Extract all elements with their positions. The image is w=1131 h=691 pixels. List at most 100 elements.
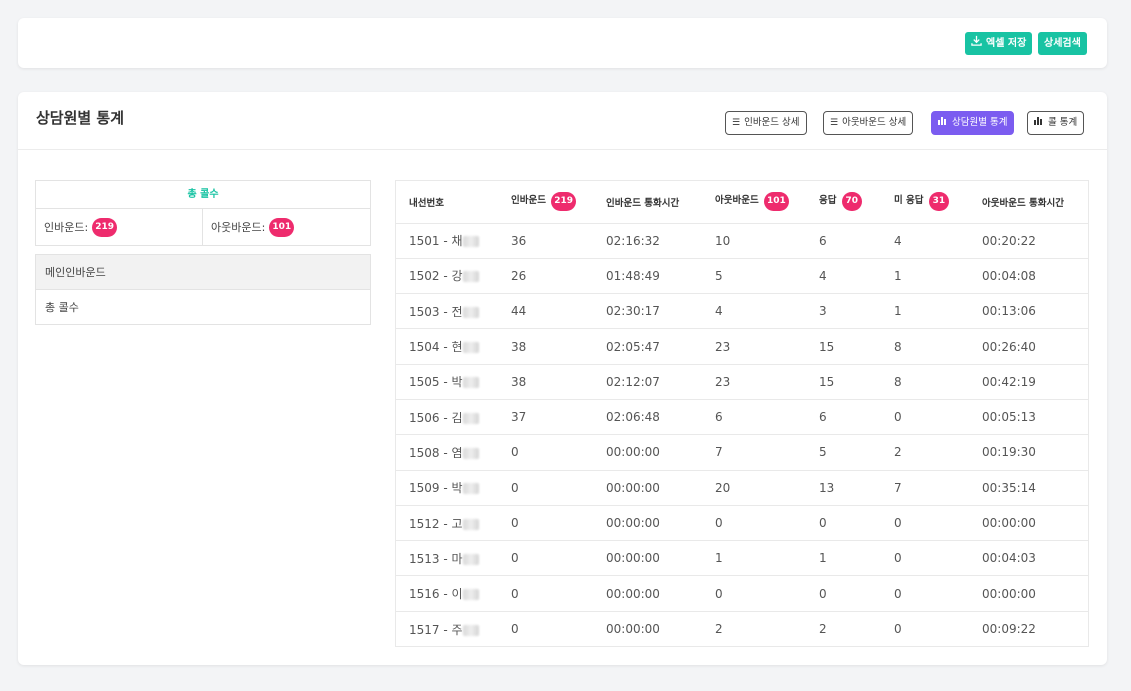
col-inbound-label: 인바운드	[511, 195, 546, 207]
answered-cell: 0	[806, 504, 881, 541]
extension-cell: 1502 - 강	[396, 257, 498, 294]
inbound-cell: 38	[498, 328, 593, 365]
redacted-name	[462, 236, 479, 248]
extension-cell: 1517 - 주	[396, 610, 498, 647]
excel-save-button[interactable]: 엑셀 저장	[965, 32, 1033, 55]
table-row: 1513 - 마 0 00:00:00 1 1 0 00:04:03	[396, 540, 1088, 576]
inbound-time-cell-value: 02:05:47	[606, 339, 660, 354]
extension-cell-value: 1506 - 김	[409, 410, 463, 425]
answered-cell-value: 1	[819, 551, 827, 566]
outbound-summary: 아웃바운드: 101	[203, 209, 370, 245]
inbound-cell-value: 0	[511, 445, 519, 460]
col-inbound: 인바운드 219	[498, 181, 593, 223]
download-icon	[971, 32, 982, 55]
answered-cell-value: 3	[819, 304, 827, 319]
answered-cell-value: 6	[819, 233, 827, 248]
inbound-cell: 0	[498, 504, 593, 541]
extension-cell: 1505 - 박	[396, 363, 498, 400]
bar-chart-icon	[1034, 112, 1044, 134]
outbound-cell-value: 0	[715, 586, 723, 601]
col-extension-label: 내선번호	[409, 197, 444, 209]
col-answered: 응답 70	[806, 181, 881, 223]
table-row: 1501 - 채 36 02:16:32 10 6 4 00:20:22	[396, 222, 1088, 259]
inbound-cell-value: 44	[511, 304, 527, 319]
unanswered-cell: 2	[881, 434, 969, 471]
inbound-time-cell-value: 00:00:00	[606, 516, 660, 531]
unanswered-cell: 0	[881, 575, 969, 612]
detail-search-button[interactable]: 상세검색	[1038, 32, 1087, 55]
inbound-time-cell-value: 02:30:17	[606, 304, 660, 319]
outbound-time-cell-value: 00:13:06	[982, 304, 1036, 319]
outbound-time-cell: 00:13:06	[969, 293, 1088, 329]
extension-cell-value: 1502 - 강	[409, 269, 463, 284]
outbound-cell-value: 1	[715, 551, 723, 566]
outbound-cell-value: 5	[715, 268, 723, 283]
main-inbound-box: 메인인바운드 총 콜수	[35, 254, 371, 325]
page-title: 상담원별 통계	[36, 109, 125, 127]
unanswered-header-badge: 31	[928, 192, 949, 212]
inbound-cell-value: 0	[511, 551, 519, 566]
inbound-cell: 36	[498, 222, 593, 259]
inbound-time-cell-value: 00:00:00	[606, 445, 660, 460]
unanswered-cell: 0	[881, 540, 969, 576]
answered-cell: 13	[806, 469, 881, 506]
table-row: 1516 - 이 0 00:00:00 0 0 0 00:00:00	[396, 575, 1088, 612]
unanswered-cell: 0	[881, 398, 969, 435]
table-row: 1503 - 전 44 02:30:17 4 3 1 00:13:06	[396, 293, 1088, 329]
outbound-summary-label: 아웃바운드:	[211, 221, 266, 234]
extension-cell-value: 1501 - 채	[409, 234, 463, 249]
col-outbound-time: 아웃바운드 통화시간	[969, 181, 1088, 223]
bar-chart-icon	[938, 112, 948, 134]
tab-inbound-detail[interactable]: ☰ 인바운드 상세	[725, 111, 807, 135]
answered-cell-value: 2	[819, 622, 827, 637]
tab-label: 콜 통계	[1048, 117, 1078, 128]
tab-outbound-detail[interactable]: ☰ 아웃바운드 상세	[823, 111, 914, 135]
redacted-name	[462, 483, 479, 495]
col-answered-label: 응답	[819, 195, 837, 207]
unanswered-cell-value: 8	[894, 374, 902, 389]
inbound-time-cell: 02:12:07	[593, 363, 702, 400]
outbound-time-cell: 00:20:22	[969, 222, 1088, 259]
outbound-time-cell: 00:35:14	[969, 469, 1088, 506]
outbound-cell: 0	[702, 504, 806, 541]
unanswered-cell: 8	[881, 328, 969, 365]
outbound-count-badge: 101	[269, 217, 295, 237]
inbound-time-cell: 00:00:00	[593, 610, 702, 647]
unanswered-cell-value: 4	[894, 233, 902, 248]
outbound-cell-value: 7	[715, 445, 723, 460]
unanswered-cell-value: 1	[894, 304, 902, 319]
extension-cell: 1509 - 박	[396, 469, 498, 506]
inbound-cell-value: 0	[511, 622, 519, 637]
answered-cell-value: 5	[819, 445, 827, 460]
tab-call-stats[interactable]: 콜 통계	[1027, 111, 1085, 135]
outbound-cell: 10	[702, 222, 806, 259]
outbound-time-cell-value: 00:26:40	[982, 339, 1036, 354]
inbound-cell-value: 37	[511, 410, 527, 425]
redacted-name	[462, 553, 479, 565]
inbound-cell: 26	[498, 257, 593, 294]
inbound-time-cell-value: 00:00:00	[606, 622, 660, 637]
redacted-name	[462, 271, 479, 283]
table-row: 1506 - 김 37 02:06:48 6 6 0 00:05:13	[396, 398, 1088, 435]
outbound-time-cell: 00:26:40	[969, 328, 1088, 365]
col-inbound-time: 인바운드 통화시간	[593, 181, 702, 223]
unanswered-cell-value: 7	[894, 480, 902, 495]
tab-label: 상담원별 통계	[952, 117, 1008, 128]
extension-cell-value: 1505 - 박	[409, 375, 463, 390]
extension-cell: 1513 - 마	[396, 540, 498, 576]
answered-cell: 0	[806, 575, 881, 612]
col-extension: 내선번호	[396, 181, 498, 223]
tab-agent-stats[interactable]: 상담원별 통계	[931, 111, 1015, 135]
inbound-summary: 인바운드: 219	[36, 209, 203, 245]
outbound-time-cell: 00:04:03	[969, 540, 1088, 576]
tab-label: 인바운드 상세	[744, 117, 800, 128]
inbound-cell: 0	[498, 434, 593, 471]
outbound-time-cell: 00:00:00	[969, 504, 1088, 541]
unanswered-cell-value: 0	[894, 586, 902, 601]
answered-cell: 15	[806, 363, 881, 400]
extension-cell: 1512 - 고	[396, 504, 498, 541]
outbound-cell: 23	[702, 328, 806, 365]
outbound-cell: 20	[702, 469, 806, 506]
col-outbound: 아웃바운드 101	[702, 181, 806, 223]
unanswered-cell: 0	[881, 504, 969, 541]
